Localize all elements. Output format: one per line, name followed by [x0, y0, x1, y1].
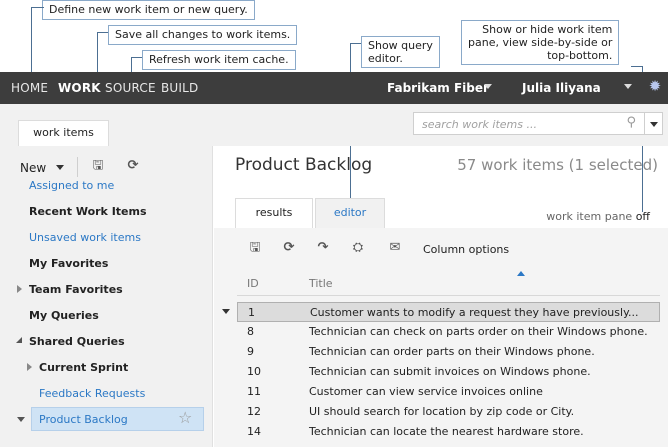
row-context-chevron-down-icon[interactable]: [222, 309, 230, 314]
query-recent-work-items[interactable]: Recent Work Items: [29, 205, 147, 218]
email-query-icon[interactable]: ✉: [386, 241, 404, 255]
header-divider: [237, 295, 660, 296]
folder-shared-queries[interactable]: Shared Queries: [29, 335, 125, 348]
favorite-star-icon[interactable]: ☆: [178, 409, 192, 427]
column-options-button[interactable]: Column options: [423, 243, 509, 256]
refresh-results-icon[interactable]: ⟳: [281, 241, 297, 255]
folder-team-favorites[interactable]: Team Favorites: [29, 283, 123, 296]
collapse-chevron-icon[interactable]: [16, 337, 22, 343]
row-title: Technician can locate the nearest hardwa…: [309, 425, 584, 438]
new-button[interactable]: New: [20, 161, 46, 175]
row-title: Technician can submit invoices on Window…: [309, 365, 591, 378]
column-header-id[interactable]: ID: [247, 277, 259, 290]
row-id: 12: [247, 405, 261, 418]
work-item-pane-toggle[interactable]: work item pane off: [546, 210, 650, 223]
sort-ascending-icon: [517, 271, 525, 276]
refresh-icon[interactable]: ⟳: [125, 159, 141, 173]
project-chevron-down-icon[interactable]: [484, 84, 492, 89]
row-id: 8: [247, 325, 254, 338]
row-id: 9: [247, 345, 254, 358]
table-row[interactable]: 11 Customer can view service invoices on…: [237, 382, 660, 402]
callout-editor: Show query editor.: [361, 36, 440, 68]
column-header-title[interactable]: Title: [309, 277, 333, 290]
row-title: UI should search for location by zip cod…: [309, 405, 575, 418]
tab-editor[interactable]: editor: [315, 198, 385, 228]
nav-work[interactable]: WORK: [58, 81, 101, 95]
new-chevron-down-icon[interactable]: [56, 165, 64, 170]
table-row[interactable]: 1 Customer wants to modify a request the…: [237, 302, 660, 322]
row-title: Technician can order parts on their Wind…: [309, 345, 595, 358]
search-options-chevron-down-icon[interactable]: [645, 112, 663, 135]
callout-editor-leader: [350, 43, 361, 44]
callout-pane: Show or hide work item pane, view side-b…: [461, 20, 620, 65]
table-row[interactable]: 12 UI should search for location by zip …: [237, 402, 660, 422]
work-item-count: 57 work items (1 selected): [457, 156, 658, 174]
expand-chevron-right-icon[interactable]: [27, 363, 32, 371]
nav-source[interactable]: SOURCE: [105, 81, 156, 95]
row-title: Customer wants to modify a request they …: [310, 306, 639, 319]
tab-work-items[interactable]: work items: [18, 120, 109, 147]
tab-results[interactable]: results: [235, 198, 313, 228]
query-assigned-to-me[interactable]: Assigned to me: [29, 179, 114, 192]
toolbar-divider: [77, 157, 78, 177]
row-title: Technician can check on parts order on t…: [309, 325, 648, 338]
callout-define-leader: [42, 7, 44, 8]
table-row[interactable]: 14 Technician can locate the nearest har…: [237, 422, 660, 442]
top-navigation-bar: HOME WORK SOURCE BUILD Fabrikam Fiber Ju…: [0, 72, 668, 104]
row-id: 10: [247, 365, 261, 378]
folder-my-queries[interactable]: My Queries: [29, 309, 99, 322]
search-placeholder: search work items ...: [422, 118, 537, 131]
link-work-item-icon[interactable]: ⛭: [350, 241, 366, 255]
save-results-icon[interactable]: 🖫: [247, 241, 263, 255]
user-menu[interactable]: Julia Iliyana: [522, 81, 601, 95]
table-row[interactable]: 10 Technician can submit invoices on Win…: [237, 362, 660, 382]
search-icon[interactable]: ⚲: [626, 115, 636, 130]
save-all-icon[interactable]: 🖫: [90, 159, 106, 173]
user-chevron-down-icon[interactable]: [624, 84, 632, 89]
table-row[interactable]: 9 Technician can order parts on their Wi…: [237, 342, 660, 362]
callout-refresh: Refresh work item cache.: [142, 50, 296, 70]
query-product-backlog-label: Product Backlog: [39, 413, 128, 426]
folder-my-favorites[interactable]: My Favorites: [29, 257, 108, 270]
nav-build[interactable]: BUILD: [161, 81, 198, 95]
row-title: Customer can view service invoices onlin…: [309, 385, 543, 398]
query-unsaved-work-items[interactable]: Unsaved work items: [29, 231, 141, 244]
callout-save-leader: [97, 32, 108, 33]
page-title: Product Backlog: [235, 155, 373, 175]
callout-save: Save all changes to work items.: [108, 25, 298, 45]
callout-define: Define new work item or new query.: [42, 0, 255, 20]
nav-home[interactable]: HOME: [11, 81, 48, 95]
gear-icon[interactable]: ✹: [647, 78, 663, 94]
row-id: 11: [247, 385, 261, 398]
callout-define-leader: [31, 7, 42, 8]
project-selector[interactable]: Fabrikam Fiber: [387, 81, 489, 95]
search-input[interactable]: search work items ... ⚲: [413, 112, 645, 135]
row-id: 1: [248, 306, 255, 319]
table-row[interactable]: 8 Technician can check on parts order on…: [237, 322, 660, 342]
callout-refresh-leader: [131, 57, 142, 58]
folder-current-sprint[interactable]: Current Sprint: [39, 361, 128, 374]
redo-arrow-icon[interactable]: ↷: [315, 241, 331, 255]
row-id: 14: [247, 425, 261, 438]
expand-chevron-right-icon[interactable]: [17, 285, 22, 293]
item-menu-chevron-down-icon[interactable]: [17, 417, 25, 422]
query-feedback-requests[interactable]: Feedback Requests: [39, 387, 145, 400]
